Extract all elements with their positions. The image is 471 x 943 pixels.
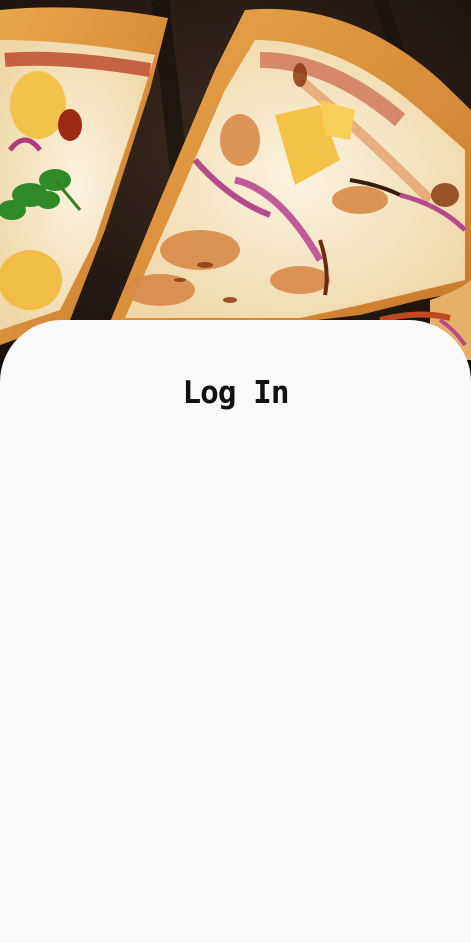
pizza-hero-image	[0, 0, 471, 360]
login-sheet	[0, 320, 471, 943]
pizza-icon	[0, 0, 471, 360]
login-screen: Log In	[0, 0, 471, 943]
page-title: Log In	[182, 374, 290, 411]
